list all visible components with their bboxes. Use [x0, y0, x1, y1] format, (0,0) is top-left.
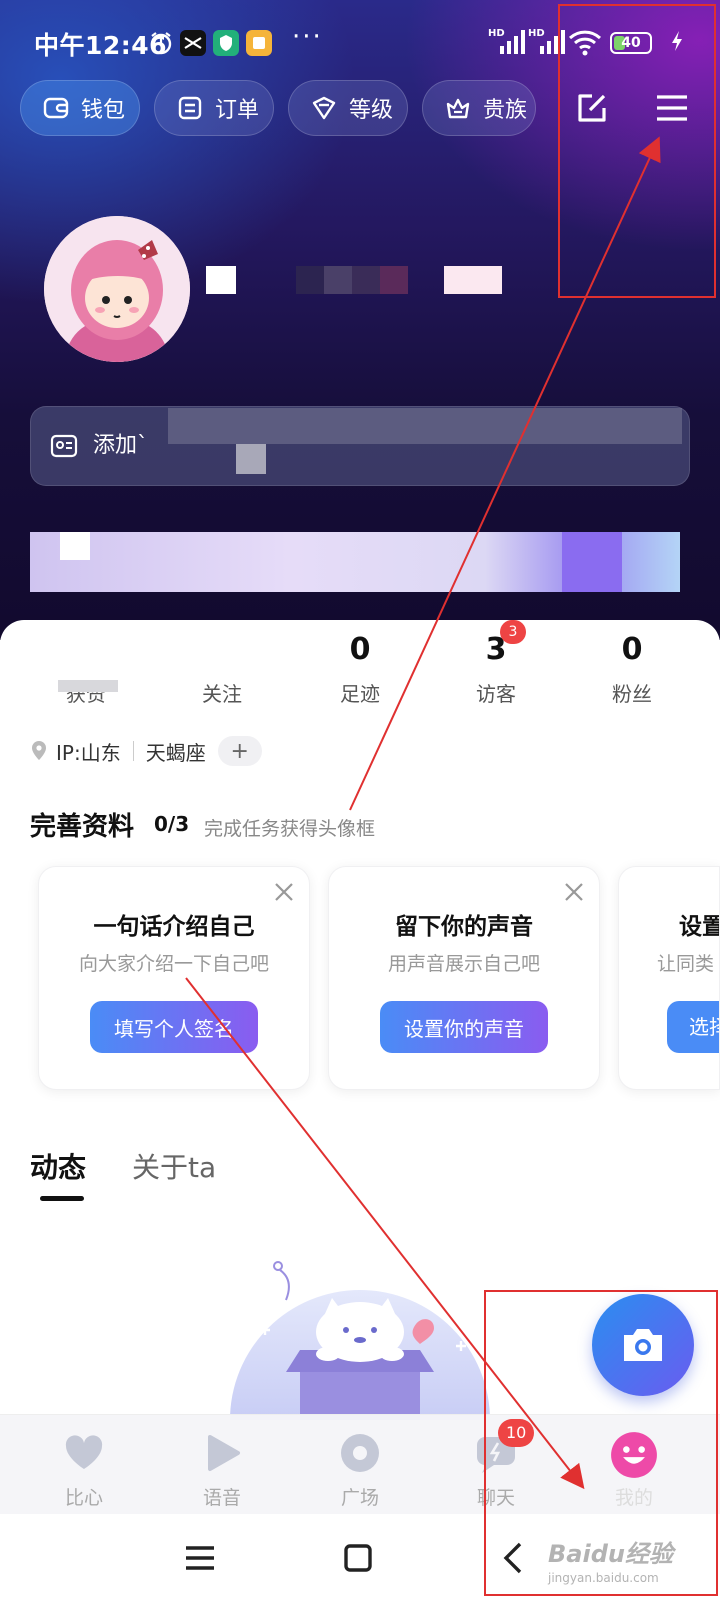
nav-bixin[interactable]: 比心	[24, 1415, 144, 1515]
stat-following-value	[162, 632, 282, 672]
watermark-sub: jingyan.baidu.com	[548, 1571, 659, 1585]
stat-likes-value	[26, 632, 146, 672]
empty-state-illustration	[230, 1261, 490, 1420]
username-mosaic	[324, 266, 352, 294]
task-desc: 向大家介绍一下自己吧	[78, 953, 269, 975]
play-icon	[208, 1435, 240, 1471]
add-tag-button[interactable]: +	[217, 736, 262, 766]
location-pin-icon	[32, 741, 46, 760]
wallet-label: 钱包	[81, 98, 126, 123]
username-mosaic	[206, 266, 236, 294]
task-card-voice[interactable]: 留下你的声音 用声音展示自己吧 设置你的声音	[328, 866, 600, 1090]
home-icon[interactable]	[334, 1534, 382, 1582]
crown-icon	[443, 93, 473, 123]
set-voice-button[interactable]: 设置你的声音	[380, 1001, 548, 1053]
stat-footprints[interactable]: 0 足迹	[300, 632, 420, 707]
stat-fans[interactable]: 0 粉丝	[572, 632, 692, 707]
disc-icon	[341, 1434, 379, 1472]
recent-apps-icon[interactable]	[176, 1534, 224, 1582]
signal-icon-1	[500, 28, 525, 54]
bio-mosaic	[168, 408, 682, 444]
noble-chip[interactable]: 贵族	[422, 80, 536, 136]
task-desc: 让同类	[657, 953, 715, 975]
capcut-app-icon	[180, 30, 206, 56]
complete-profile-progress: 0/3	[154, 812, 190, 836]
tab-indicator	[40, 1196, 84, 1201]
watermark-main: Baidu经验	[548, 1540, 673, 1568]
shield-app-icon	[213, 30, 239, 56]
task-card-third[interactable]: 设置 让同类 选择	[618, 866, 720, 1090]
noble-label: 贵族	[483, 98, 528, 123]
info-divider	[132, 741, 134, 761]
tab-about[interactable]: 关于ta	[132, 1146, 216, 1186]
heart-icon	[65, 1435, 103, 1469]
stat-following-label: 关注	[202, 682, 242, 706]
more-notifications-icon: ···	[292, 22, 323, 52]
level-label: 等级	[349, 98, 394, 123]
avatar[interactable]	[44, 216, 190, 362]
banner-mosaic	[60, 532, 90, 560]
stat-fans-label: 粉丝	[612, 682, 652, 706]
alarm-icon	[148, 30, 174, 56]
username-mosaic	[296, 266, 324, 294]
username-mosaic	[444, 266, 502, 294]
nav-square[interactable]: 广场	[300, 1415, 420, 1515]
level-chip[interactable]: 等级	[288, 80, 408, 136]
ip-location: IP:山东	[56, 740, 121, 765]
task-desc: 用声音展示自己吧	[387, 953, 540, 975]
complete-profile-title: 完善资料	[30, 812, 135, 842]
id-card-icon	[50, 434, 78, 458]
stat-visitors[interactable]: 3 访客	[436, 632, 556, 707]
wallet-icon	[41, 93, 71, 123]
order-icon	[175, 93, 205, 123]
avatar-illustration	[44, 216, 190, 362]
task-title: 留下你的声音	[395, 914, 533, 940]
level-icon	[309, 93, 339, 123]
write-signature-button[interactable]: 填写个人签名	[90, 1001, 258, 1053]
username-mosaic	[352, 266, 380, 294]
banner-mosaic	[562, 532, 622, 592]
watermark: Baidu经验 jingyan.baidu.com	[548, 1534, 673, 1585]
task-title: 一句话介绍自己	[93, 914, 255, 940]
wallet-chip[interactable]: 钱包	[20, 80, 140, 136]
close-icon[interactable]	[273, 881, 295, 903]
stat-visitors-value: 3	[485, 632, 507, 667]
nav-label: 比心	[64, 1487, 103, 1509]
nav-label: 语音	[202, 1487, 241, 1509]
add-bio-label: 添加`	[93, 433, 149, 458]
task-card-intro[interactable]: 一句话介绍自己 向大家介绍一下自己吧 填写个人签名	[38, 866, 310, 1090]
likes-mosaic	[58, 680, 118, 692]
notes-app-icon	[246, 30, 272, 56]
select-button[interactable]: 选择	[667, 1001, 719, 1053]
stat-footprints-value: 0	[349, 632, 371, 667]
stat-fans-value: 0	[621, 632, 643, 667]
order-chip[interactable]: 订单	[154, 80, 274, 136]
nav-voice[interactable]: 语音	[162, 1415, 282, 1515]
tab-feed[interactable]: 动态	[30, 1146, 86, 1186]
task-title: 设置	[679, 914, 719, 940]
annotation-box-top	[558, 4, 716, 298]
visitor-count-badge: 3	[500, 620, 526, 644]
stat-following[interactable]: 关注	[162, 632, 282, 707]
stat-footprints-label: 足迹	[340, 682, 380, 706]
bio-mosaic	[236, 444, 266, 474]
username-mosaic	[380, 266, 408, 294]
order-label: 订单	[215, 98, 260, 123]
stat-visitors-label: 访客	[476, 682, 516, 706]
zodiac-tag: 天蝎座	[145, 740, 206, 765]
complete-profile-subtitle: 完成任务获得头像框	[204, 818, 376, 840]
stat-likes[interactable]: 获赞	[26, 632, 146, 707]
close-icon[interactable]	[563, 881, 585, 903]
profile-info-row: IP:山东 天蝎座 +	[30, 734, 262, 768]
nav-label: 广场	[340, 1487, 379, 1509]
